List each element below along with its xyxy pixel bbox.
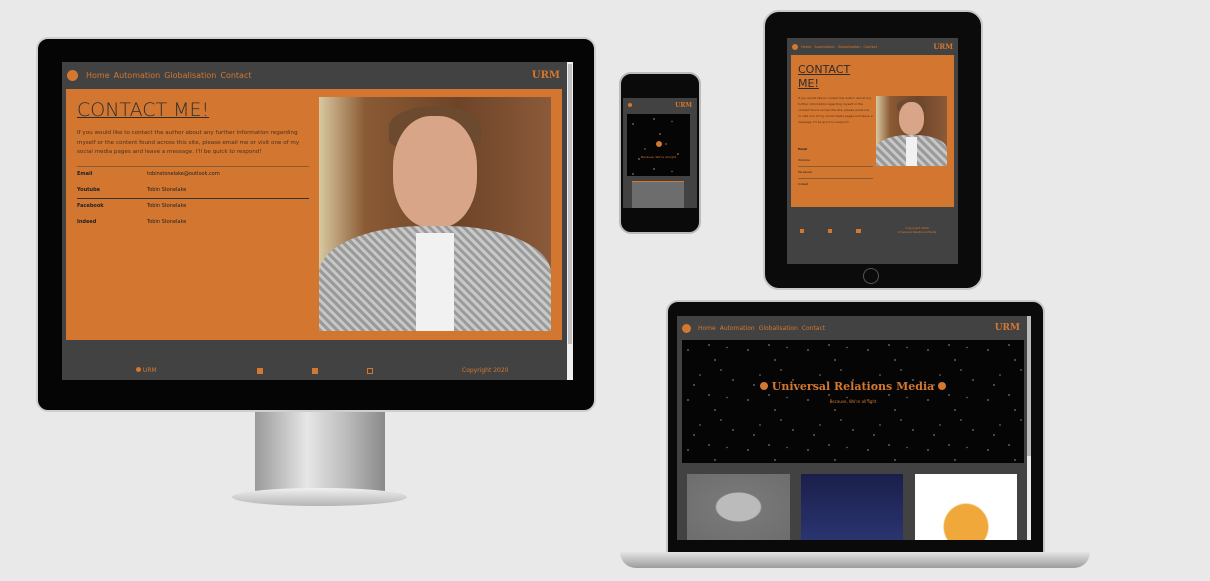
- desktop-navbar: Home Automation Globalisation Contact UR…: [62, 62, 573, 89]
- footer-brand[interactable]: URM: [136, 367, 157, 374]
- linkedin-icon[interactable]: [856, 229, 861, 233]
- laptop-navbar: Home Automation Globalisation Contact URM: [677, 316, 1031, 340]
- author-photo: [876, 96, 947, 166]
- globe-icon[interactable]: [682, 323, 691, 333]
- phone-navbar: URM: [623, 98, 697, 112]
- globe-icon: [759, 382, 768, 390]
- nav-automation[interactable]: Automation: [720, 325, 755, 332]
- table-row: Facebook Tobin Stonelake: [77, 198, 309, 214]
- globe-icon[interactable]: [67, 70, 78, 81]
- nav-contact[interactable]: Contact: [802, 325, 825, 332]
- youtube-icon[interactable]: [257, 368, 263, 374]
- laptop-base: [620, 552, 1090, 568]
- phone-screen: URM Because, We're all light: [623, 98, 697, 208]
- youtube-link[interactable]: Tobin Stonelake: [147, 182, 309, 198]
- globe-icon: [136, 367, 141, 372]
- contact-title: CONTACT ME!: [77, 99, 210, 121]
- monitor-base: [232, 488, 407, 506]
- copyright: Copyright 2020: [462, 367, 509, 374]
- brain-image: [632, 181, 684, 208]
- scrollbar[interactable]: [567, 62, 573, 380]
- tablet-navbar: Home Automation Globalisation Contact URM: [787, 38, 958, 55]
- nav-home[interactable]: Home: [698, 325, 716, 332]
- globe-icon[interactable]: [792, 43, 798, 50]
- hero-title: Universal Relations Media: [771, 380, 935, 393]
- nav-home[interactable]: Home: [86, 71, 110, 80]
- facebook-icon[interactable]: [312, 368, 318, 374]
- laptop-screen: Home Automation Globalisation Contact URM U…: [677, 316, 1031, 540]
- youtube-icon[interactable]: [800, 229, 804, 233]
- tablet-contact-panel: CONTACT ME! If you would like to contact…: [791, 55, 954, 207]
- scrollbar[interactable]: [1027, 316, 1031, 540]
- email-link[interactable]: tobinstonelake@outlook.com: [147, 166, 309, 182]
- contact-table: Email tobinstonelake@outlook.com Youtube T…: [77, 165, 309, 231]
- table-row: Email tobinstonelake@outlook.com: [77, 166, 309, 182]
- globe-icon: [655, 141, 662, 147]
- facebook-link[interactable]: Tobin Stonelake: [147, 198, 309, 214]
- monitor-stand: [255, 412, 385, 492]
- globe-icon: [938, 382, 947, 390]
- world-map-image[interactable]: [801, 474, 903, 540]
- tablet-home-button[interactable]: [863, 268, 879, 284]
- hero-banner: Universal Relations Media Because, We're…: [682, 340, 1024, 463]
- nav-globalisation[interactable]: Globalisation: [164, 71, 216, 80]
- desktop-screen: Home Automation Globalisation Contact UR…: [62, 62, 573, 380]
- indeed-link[interactable]: Tobin Stonelake: [147, 214, 309, 230]
- nav-contact[interactable]: Contact: [220, 71, 251, 80]
- brain-image[interactable]: [687, 474, 790, 540]
- phone-hero: Because, We're all light: [627, 114, 690, 176]
- linkedin-icon[interactable]: [367, 368, 373, 374]
- nav-automation[interactable]: Automation: [114, 71, 161, 80]
- table-row: Indeed Tobin Stonelake: [77, 214, 309, 230]
- contact-intro: If you would like to contact the author …: [77, 130, 300, 155]
- handshake-image[interactable]: [915, 474, 1017, 540]
- tablet-screen: Home Automation Globalisation Contact URM C…: [787, 38, 958, 264]
- table-row: Youtube Tobin Stonelake: [77, 182, 309, 198]
- nav-globalisation[interactable]: Globalisation: [759, 325, 798, 332]
- hero-subtitle: Because, We're all light: [829, 399, 877, 404]
- brand-logo[interactable]: URM: [532, 70, 560, 81]
- facebook-icon[interactable]: [828, 229, 832, 233]
- brand-logo[interactable]: URM: [995, 323, 1020, 333]
- globe-icon[interactable]: [628, 103, 632, 107]
- contact-panel: CONTACT ME! If you would like to contact…: [66, 89, 562, 340]
- author-photo: [319, 97, 551, 331]
